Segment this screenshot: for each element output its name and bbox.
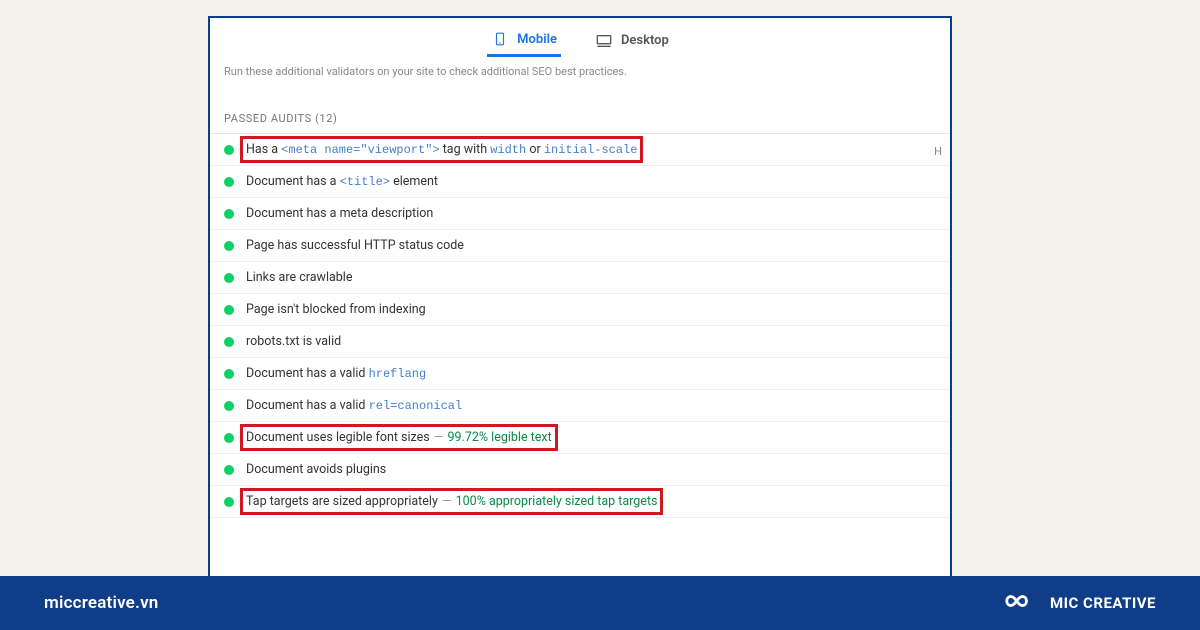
audit-row[interactable]: Page has successful HTTP status code	[210, 230, 950, 262]
section-title-text: PASSED AUDITS	[224, 112, 312, 125]
audit-text: Links are crawlable	[246, 270, 352, 285]
audit-text: Document has a valid hreflang	[246, 366, 426, 381]
audit-text: Document has a <title> element	[246, 174, 438, 189]
audit-panel: Mobile Desktop Run these additional vali…	[208, 16, 952, 584]
passed-audits-heading: PASSED AUDITS (12)	[210, 94, 950, 133]
audit-text-part: Document avoids plugins	[246, 462, 386, 477]
audit-text-part: Document has a valid	[246, 398, 369, 413]
audit-row[interactable]: Page isn't blocked from indexing	[210, 294, 950, 326]
tab-mobile-label: Mobile	[517, 32, 557, 47]
audit-row[interactable]: robots.txt is valid	[210, 326, 950, 358]
tab-desktop-label: Desktop	[621, 33, 669, 48]
desktop-icon	[595, 32, 613, 50]
audit-text-part: Document has a meta description	[246, 206, 433, 221]
code-token: <meta name="viewport">	[281, 143, 439, 157]
audit-text: robots.txt is valid	[246, 334, 341, 349]
audit-row[interactable]: Document has a valid hreflang	[210, 358, 950, 390]
footer-site: miccreative.vn	[44, 593, 158, 613]
pass-indicator-icon	[224, 305, 234, 315]
audit-text-part: tag with	[440, 142, 491, 157]
audit-text-part: Document uses legible font sizes	[246, 430, 430, 445]
audit-row[interactable]: Document has a valid rel=canonical	[210, 390, 950, 422]
audit-row[interactable]: Has a <meta name="viewport"> tag with wi…	[210, 134, 950, 166]
audit-text-part: —	[442, 494, 452, 509]
audit-text: Page isn't blocked from indexing	[246, 302, 426, 317]
pass-indicator-icon	[224, 337, 234, 347]
tab-mobile[interactable]: Mobile	[487, 28, 561, 57]
code-token: hreflang	[369, 367, 427, 381]
branding-footer: miccreative.vn MIC CREATIVE	[0, 576, 1200, 630]
pass-indicator-icon	[224, 273, 234, 283]
device-tabs: Mobile Desktop	[210, 18, 950, 61]
audit-text: Has a <meta name="viewport"> tag with wi…	[246, 142, 637, 157]
audit-metric: 99.72% legible text	[448, 430, 552, 445]
code-token: width	[490, 143, 526, 157]
audit-row[interactable]: Tap targets are sized appropriately — 100%…	[210, 486, 950, 518]
audit-text: Document uses legible font sizes — 99.72% …	[246, 430, 552, 445]
code-token: <title>	[340, 175, 390, 189]
audit-metric: 100% appropriately sized tap targets	[456, 494, 658, 509]
mobile-icon	[491, 30, 509, 48]
audit-row[interactable]: Document avoids plugins	[210, 454, 950, 486]
pass-indicator-icon	[224, 433, 234, 443]
audit-text-part: —	[434, 430, 444, 445]
pass-indicator-icon	[224, 465, 234, 475]
audit-text: Tap targets are sized appropriately — 100%…	[246, 494, 657, 509]
audit-text: Document has a valid rel=canonical	[246, 398, 462, 413]
footer-brand: MIC CREATIVE	[1002, 591, 1156, 615]
audit-list: Has a <meta name="viewport"> tag with wi…	[210, 133, 950, 518]
audit-text-part: Document has a valid	[246, 366, 369, 381]
audit-row[interactable]: Document uses legible font sizes — 99.72% …	[210, 422, 950, 454]
pass-indicator-icon	[224, 145, 234, 155]
pass-indicator-icon	[224, 497, 234, 507]
infinity-icon	[1002, 591, 1038, 615]
audit-row[interactable]: Document has a <title> element	[210, 166, 950, 198]
footer-brand-text: MIC CREATIVE	[1050, 594, 1156, 612]
audit-row[interactable]: Document has a meta description	[210, 198, 950, 230]
audit-text-part: or	[526, 142, 544, 157]
audit-text-part: Document has a	[246, 174, 340, 189]
pass-indicator-icon	[224, 209, 234, 219]
pass-indicator-icon	[224, 177, 234, 187]
hide-marker: H	[934, 145, 942, 158]
seo-hint: Run these additional validators on your …	[210, 61, 950, 94]
section-count: (12)	[315, 112, 337, 125]
pass-indicator-icon	[224, 241, 234, 251]
tab-desktop[interactable]: Desktop	[591, 28, 673, 57]
pass-indicator-icon	[224, 401, 234, 411]
code-token: initial-scale	[544, 143, 638, 157]
pass-indicator-icon	[224, 369, 234, 379]
audit-text-part: Has a	[246, 142, 281, 157]
audit-row[interactable]: Links are crawlable	[210, 262, 950, 294]
audit-text: Document has a meta description	[246, 206, 433, 221]
code-token: rel=canonical	[369, 399, 463, 413]
audit-text-part: robots.txt is valid	[246, 334, 341, 349]
audit-text-part: Page has successful HTTP status code	[246, 238, 464, 253]
audit-text: Page has successful HTTP status code	[246, 238, 464, 253]
audit-text-part: element	[390, 174, 438, 189]
audit-text: Document avoids plugins	[246, 462, 386, 477]
audit-text-part: Tap targets are sized appropriately	[246, 494, 438, 509]
audit-text-part: Links are crawlable	[246, 270, 352, 285]
audit-text-part: Page isn't blocked from indexing	[246, 302, 426, 317]
